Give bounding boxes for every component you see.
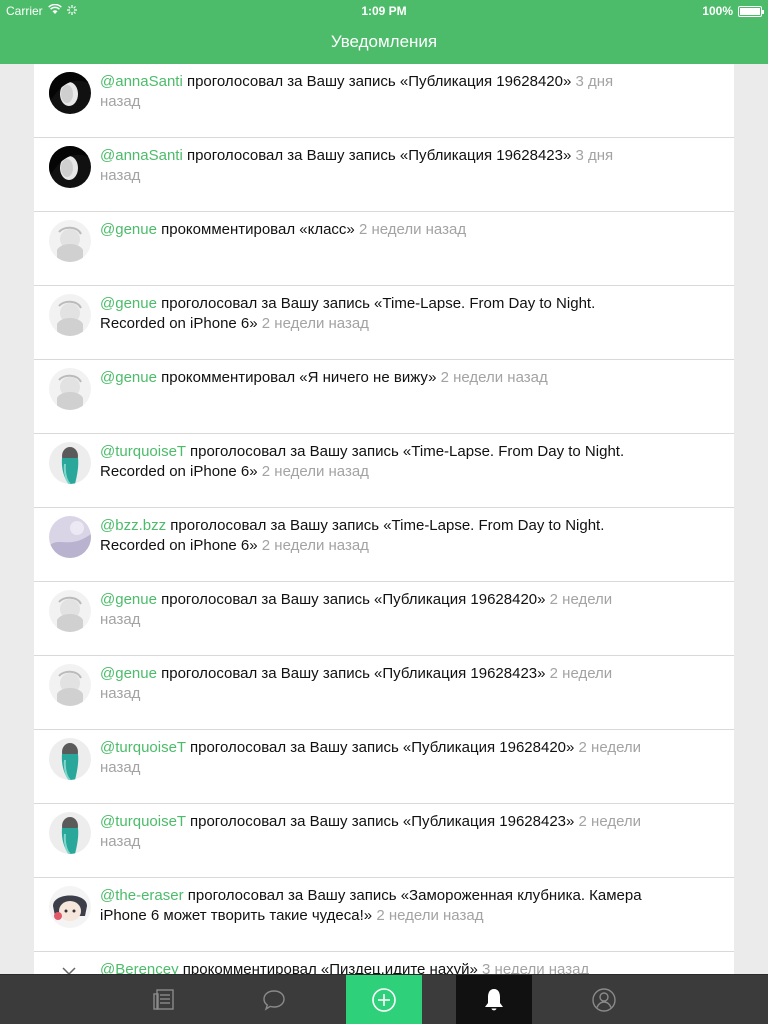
tab-add[interactable] [346, 975, 422, 1024]
tab-comments[interactable] [236, 975, 312, 1024]
notification-action: проголосовал за Вашу запись «Публикация … [182, 73, 576, 90]
notification-item[interactable]: @turquoiseT проголосовал за Вашу запись … [34, 730, 734, 804]
notification-text: @the-eraser проголосовал за Вашу запись … [100, 886, 650, 926]
tab-bar [0, 974, 768, 1024]
notification-text: @genue проголосовал за Вашу запись «Публ… [100, 664, 650, 704]
notification-text: @Berencey прокомментировал «Пиздец,идите… [100, 960, 650, 974]
username-link[interactable]: @bzz.bzz [100, 517, 166, 534]
notification-time: 2 недели назад [261, 315, 369, 332]
username-link[interactable]: @annaSanti [100, 147, 183, 164]
avatar[interactable] [49, 220, 91, 262]
notification-item[interactable]: @genue проголосовал за Вашу запись «Time… [34, 286, 734, 360]
tab-notifications[interactable] [456, 975, 532, 1024]
notification-item[interactable]: @turquoiseT проголосовал за Вашу запись … [34, 804, 734, 878]
avatar[interactable] [49, 886, 91, 928]
notification-action: проголосовал за Вашу запись «Публикация … [156, 591, 550, 608]
notification-item[interactable]: @genue проголосовал за Вашу запись «Публ… [34, 656, 734, 730]
notification-action: прокомментировал «Пиздец,идите нахуй» [178, 961, 483, 974]
notification-action: проголосовал за Вашу запись «Публикация … [185, 813, 579, 830]
status-bar: Carrier 1:09 PM 100% [0, 0, 768, 20]
comment-icon [263, 990, 285, 1011]
username-link[interactable]: @turquoiseT [100, 813, 186, 830]
username-link[interactable]: @genue [100, 295, 157, 312]
avatar[interactable] [49, 590, 91, 632]
notification-item[interactable]: @genue прокомментировал «класс» 2 недели… [34, 212, 734, 286]
notification-text: @bzz.bzz проголосовал за Вашу запись «Ti… [100, 516, 650, 556]
page-title: Уведомления [330, 32, 438, 51]
avatar[interactable] [49, 960, 91, 974]
notification-text: @genue прокомментировал «класс» 2 недели… [100, 220, 650, 240]
tab-feed[interactable] [126, 975, 202, 1024]
username-link[interactable]: @genue [100, 221, 157, 238]
notification-action: проголосовал за Вашу запись «Публикация … [156, 665, 550, 682]
battery-icon [738, 5, 764, 17]
notification-item[interactable]: @Berencey прокомментировал «Пиздец,идите… [34, 952, 734, 974]
tab-profile[interactable] [566, 975, 642, 1024]
notification-text: @turquoiseT проголосовал за Вашу запись … [100, 442, 650, 482]
notification-item[interactable]: @bzz.bzz проголосовал за Вашу запись «Ti… [34, 508, 734, 582]
notification-action: прокомментировал «класс» [156, 221, 359, 238]
notification-item[interactable]: @annaSanti проголосовал за Вашу запись «… [34, 138, 734, 212]
battery-percent: 100% [702, 4, 733, 18]
notification-time: 2 недели назад [358, 221, 467, 238]
notification-item[interactable]: @genue проголосовал за Вашу запись «Публ… [34, 582, 734, 656]
bell-icon [485, 989, 503, 1011]
notification-time: 2 недели назад [261, 463, 369, 480]
profile-icon [592, 988, 616, 1012]
notification-action: проголосовал за Вашу запись «Публикация … [185, 739, 579, 756]
username-link[interactable]: @the-eraser [100, 887, 184, 904]
username-link[interactable]: @Berencey [100, 961, 179, 974]
avatar[interactable] [49, 738, 91, 780]
clock: 1:09 PM [361, 4, 407, 18]
notification-time: 2 недели назад [376, 907, 484, 924]
notification-text: @genue проголосовал за Вашу запись «Time… [100, 294, 650, 334]
avatar[interactable] [49, 294, 91, 336]
avatar[interactable] [49, 146, 91, 188]
notification-item[interactable]: @the-eraser проголосовал за Вашу запись … [34, 878, 734, 952]
notification-text: @turquoiseT проголосовал за Вашу запись … [100, 812, 650, 852]
notification-time: 2 недели назад [261, 537, 369, 554]
username-link[interactable]: @turquoiseT [100, 739, 186, 756]
notification-text: @turquoiseT проголосовал за Вашу запись … [100, 738, 650, 778]
notification-text: @genue прокомментировал «Я ничего не виж… [100, 368, 650, 388]
notification-action: проголосовал за Вашу запись «Публикация … [182, 147, 576, 164]
username-link[interactable]: @turquoiseT [100, 443, 186, 460]
notification-text: @annaSanti проголосовал за Вашу запись «… [100, 72, 650, 112]
username-link[interactable]: @genue [100, 369, 157, 386]
notification-item[interactable]: @annaSanti проголосовал за Вашу запись «… [34, 64, 734, 138]
notification-text: @annaSanti проголосовал за Вашу запись «… [100, 146, 650, 186]
avatar[interactable] [49, 664, 91, 706]
notifications-list[interactable]: @annaSanti проголосовал за Вашу запись «… [34, 64, 734, 974]
notification-time: 3 недели назад [482, 961, 590, 974]
avatar[interactable] [49, 368, 91, 410]
avatar[interactable] [49, 812, 91, 854]
avatar[interactable] [49, 516, 91, 558]
add-icon [372, 988, 396, 1012]
notification-action: прокомментировал «Я ничего не вижу» [156, 369, 441, 386]
username-link[interactable]: @genue [100, 665, 157, 682]
notification-item[interactable]: @genue прокомментировал «Я ничего не виж… [34, 360, 734, 434]
top-bar: Carrier 1:09 PM 100% Уведомления [0, 0, 768, 64]
username-link[interactable]: @annaSanti [100, 73, 183, 90]
avatar[interactable] [49, 72, 91, 114]
notification-item[interactable]: @turquoiseT проголосовал за Вашу запись … [34, 434, 734, 508]
avatar[interactable] [49, 442, 91, 484]
username-link[interactable]: @genue [100, 591, 157, 608]
notification-text: @genue проголосовал за Вашу запись «Публ… [100, 590, 650, 630]
feed-icon [153, 989, 174, 1010]
notification-time: 2 недели назад [440, 369, 548, 386]
